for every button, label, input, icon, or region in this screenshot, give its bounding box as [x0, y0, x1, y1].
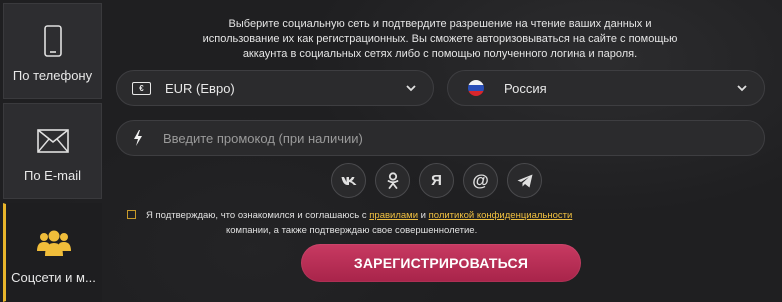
odnoklassniki-icon	[387, 172, 398, 189]
agreement-line-1: Я подтверждаю, что ознакомился и соглаша…	[146, 208, 572, 223]
agreement-text: Я подтверждаю, что ознакомился и соглаша…	[146, 210, 370, 221]
promo-code-field[interactable]	[116, 120, 765, 156]
odnoklassniki-button[interactable]	[375, 163, 410, 198]
agreement-and: и	[418, 210, 429, 221]
registration-tabs: По телефону По E-mail Соцсети и м...	[0, 0, 103, 302]
register-button[interactable]: ЗАРЕГИСТРИРОВАТЬСЯ	[301, 244, 581, 282]
info-line-2: использование их как регистрационных. Вы…	[202, 33, 678, 45]
mail-button[interactable]: @	[463, 163, 498, 198]
tab-email[interactable]: По E-mail	[3, 103, 102, 199]
tab-social[interactable]: Соцсети и м...	[3, 203, 102, 302]
phone-icon	[43, 22, 62, 60]
info-line-1: Выберите социальную сеть и подтвердите р…	[228, 18, 652, 30]
lightning-icon	[134, 130, 142, 146]
yandex-icon: Я	[431, 172, 442, 189]
currency-value: EUR (Евро)	[165, 80, 235, 96]
tab-social-label: Соцсети и м...	[11, 270, 96, 285]
rules-link[interactable]: правилами	[369, 210, 418, 221]
info-line-3: аккаунта в социальных сетях либо с помощ…	[242, 48, 638, 60]
agreement-checkbox[interactable]	[127, 210, 136, 219]
users-icon	[36, 224, 71, 262]
privacy-policy-link[interactable]: политикой конфиденциальности	[429, 210, 573, 221]
promo-code-input[interactable]	[161, 129, 725, 147]
vk-icon	[341, 176, 356, 185]
telegram-button[interactable]	[507, 163, 542, 198]
info-text: Выберите социальную сеть и подтвердите р…	[185, 17, 695, 62]
telegram-icon	[517, 174, 532, 187]
chevron-down-icon	[406, 85, 416, 92]
vk-button[interactable]	[331, 163, 366, 198]
currency-icon: €	[132, 81, 151, 95]
mail-icon: @	[472, 170, 489, 190]
agreement-line-2: компании, а также подтверждаю свое совер…	[226, 225, 478, 236]
country-select[interactable]: Россия	[447, 70, 765, 106]
envelope-icon	[36, 122, 69, 160]
currency-select[interactable]: € EUR (Евро)	[116, 70, 434, 106]
tab-phone-label: По телефону	[12, 68, 93, 83]
social-buttons: Я @	[331, 163, 542, 198]
yandex-button[interactable]: Я	[419, 163, 454, 198]
russia-flag-icon	[468, 80, 484, 96]
tab-email-label: По E-mail	[23, 168, 82, 183]
country-value: Россия	[504, 80, 547, 96]
tab-phone[interactable]: По телефону	[3, 3, 102, 99]
chevron-down-icon	[737, 85, 747, 92]
